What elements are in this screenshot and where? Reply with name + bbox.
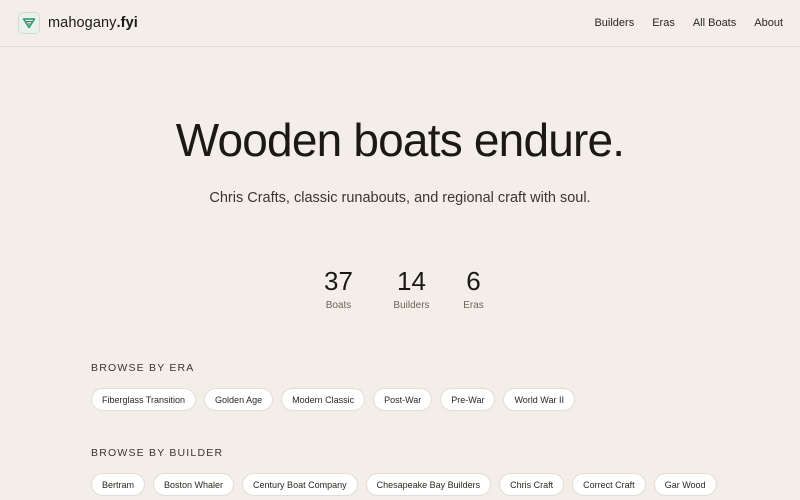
builder-chip-list: Bertram Boston Whaler Century Boat Compa… (91, 473, 717, 496)
era-chip-modern-classic[interactable]: Modern Classic (281, 388, 366, 411)
stat-value: 37 (324, 266, 353, 296)
builder-chip-chris-craft[interactable]: Chris Craft (499, 473, 565, 496)
stat-builders: 14 Builders (392, 266, 432, 311)
stat-value: 6 (466, 266, 481, 296)
browse-by-builder: Browse by Builder Bertram Boston Whaler … (91, 447, 717, 496)
main-nav: Builders Eras All Boats About (594, 17, 783, 29)
hero-subtitle: Chris Crafts, classic runabouts, and reg… (209, 190, 591, 206)
era-chip-world-war-ii[interactable]: World War II (503, 388, 575, 411)
stat-label: Boats (325, 300, 352, 311)
builder-chip-correct-craft[interactable]: Correct Craft (572, 473, 646, 496)
stat-boats: 37 Boats (315, 266, 363, 311)
nav-link-about[interactable]: About (754, 17, 783, 29)
era-chip-list: Fiberglass Transition Golden Age Modern … (91, 388, 575, 411)
section-heading: Browse by Builder (91, 447, 224, 459)
hero-title: Wooden boats endure. (175, 114, 625, 166)
builder-chip-bertram[interactable]: Bertram (91, 473, 146, 496)
nav-link-all-boats[interactable]: All Boats (693, 17, 736, 29)
section-heading: Browse by Era (91, 362, 195, 374)
era-chip-golden-age[interactable]: Golden Age (204, 388, 274, 411)
stat-label: Builders (393, 300, 430, 311)
browse-by-era: Browse by Era Fiberglass Transition Gold… (91, 362, 575, 411)
builder-chip-century-boat-company[interactable]: Century Boat Company (242, 473, 358, 496)
builder-chip-gar-wood[interactable]: Gar Wood (653, 473, 717, 496)
era-chip-fiberglass-transition[interactable]: Fiberglass Transition (91, 388, 197, 411)
brand-name: mahogany.fyi (48, 15, 138, 31)
builder-chip-boston-whaler[interactable]: Boston Whaler (153, 473, 235, 496)
stat-value: 14 (397, 266, 426, 296)
stat-eras: 6 Eras (462, 266, 486, 311)
hero: Wooden boats endure. Chris Crafts, class… (0, 112, 800, 206)
brand-home-link[interactable]: mahogany.fyi (18, 12, 138, 34)
top-navbar: mahogany.fyi Builders Eras All Boats Abo… (0, 0, 800, 47)
boat-icon (18, 12, 40, 34)
nav-link-eras[interactable]: Eras (652, 17, 675, 29)
era-chip-post-war[interactable]: Post-War (373, 388, 433, 411)
builder-chip-chesapeake-bay-builders[interactable]: Chesapeake Bay Builders (365, 473, 492, 496)
stat-label: Eras (463, 300, 484, 311)
era-chip-pre-war[interactable]: Pre-War (440, 388, 496, 411)
stats: 37 Boats 14 Builders 6 Eras (0, 266, 800, 311)
nav-link-builders[interactable]: Builders (594, 17, 634, 29)
